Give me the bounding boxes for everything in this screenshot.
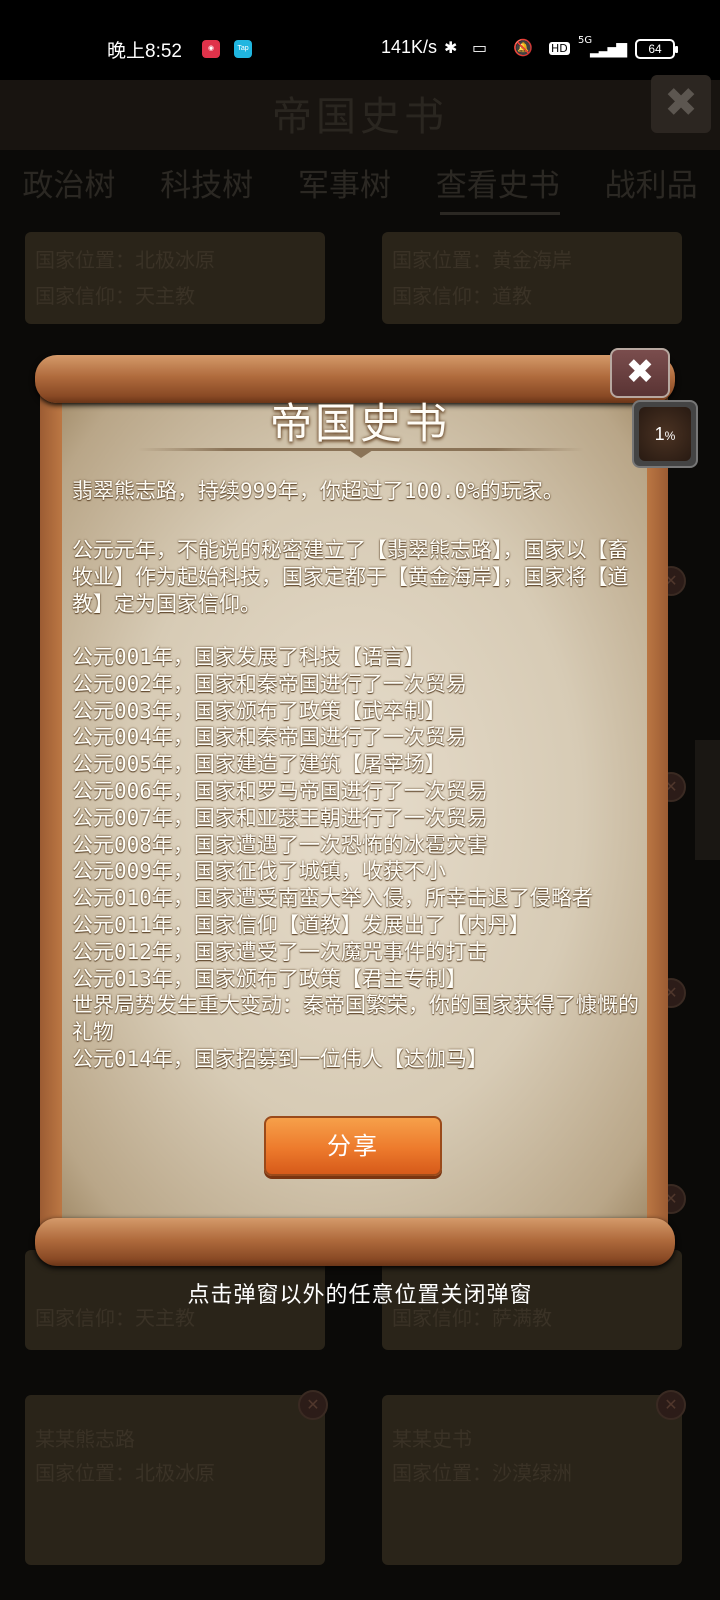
- background-tabs: 政治树 科技树 军事树 查看史书 战利品: [0, 160, 720, 204]
- tab-military: 军事树: [297, 168, 391, 204]
- scroll-bottom-roll: [35, 1218, 675, 1266]
- dialog-title: 帝国史书: [269, 399, 450, 448]
- history-event: 公元001年，国家发展了科技【语言】: [72, 645, 425, 669]
- history-event: 公元013年，国家颁布了政策【君主专制】: [72, 966, 467, 991]
- history-event: 公元009年，国家征伐了城镇，收获不小: [72, 859, 446, 884]
- tab-loot: 战利品: [604, 168, 698, 204]
- history-event: 公元003年，国家颁布了政策【武卒制】: [72, 698, 446, 723]
- background-card: 某某史书 国家位置：沙漠绿洲: [382, 1395, 682, 1565]
- hd-icon: HD: [549, 42, 570, 55]
- progress-value: 1%: [654, 424, 676, 444]
- title-divider-notch: [346, 448, 376, 458]
- history-event: 公元006年，国家和罗马帝国进行了一次贸易: [72, 778, 488, 803]
- history-event: 公元004年，国家和秦帝国进行了一次贸易: [72, 725, 467, 750]
- status-time: 晚上8:52: [107, 41, 182, 62]
- tab-technology: 科技树: [160, 168, 254, 204]
- history-event: 公元005年，国家建造了建筑【屠宰场】: [72, 752, 446, 777]
- background-title: 帝国史书: [272, 94, 448, 140]
- battery-indicator: 64: [635, 39, 678, 59]
- history-event: 公元011年，国家信仰【道教】发展出了【内丹】: [72, 912, 530, 937]
- tab-politics: 政治树: [22, 168, 116, 204]
- close-hint-text: 点击弹窗以外的任意位置关闭弹窗: [187, 1283, 533, 1308]
- background-card: 某某熊志路 国家位置：北极冰原: [25, 1395, 325, 1565]
- background-card: 国家位置：北极冰原 国家信仰：天主教: [25, 232, 325, 324]
- tab-history: 查看史书: [435, 168, 560, 204]
- history-event: 公元014年，国家招募到一位伟人【达伽马】: [72, 1046, 488, 1071]
- network-speed: 141K/s: [381, 37, 438, 57]
- close-icon[interactable]: ✖: [610, 348, 670, 398]
- background-close-icon: ✖: [651, 75, 711, 133]
- background-remove-icon: ✕: [656, 1390, 686, 1420]
- app-notification-icon-red: ◉: [202, 40, 220, 58]
- bluetooth-icon: ✱: [444, 38, 458, 57]
- history-event: 公元007年，国家和亚瑟王朝进行了一次贸易: [72, 805, 488, 830]
- history-event: 公元002年，国家和秦帝国进行了一次贸易: [72, 671, 467, 696]
- progress-widget[interactable]: 1%: [632, 400, 698, 468]
- vibrate-icon: ▭: [472, 38, 488, 57]
- history-summary: 翡翠熊志路，持续999年，你超过了100.0%的玩家。: [72, 479, 564, 503]
- history-intro: 公元元年，不能说的秘密建立了【翡翠熊志路】，国家以【畜牧业】作为起始科技，国家定…: [72, 538, 629, 616]
- mute-icon: 🔕: [513, 38, 533, 57]
- app-notification-icon-tap: Tap: [234, 40, 252, 58]
- history-events-list: 公元001年，国家发展了科技【语言】 公元002年，国家和秦帝国进行了一次贸易 …: [72, 644, 642, 1073]
- active-tab-indicator: [440, 212, 560, 215]
- share-button[interactable]: 分享: [264, 1116, 442, 1176]
- background-remove-icon: ✕: [298, 1390, 328, 1420]
- background-side-strip: [695, 740, 720, 860]
- history-event: 世界局势发生重大变动：秦帝国繁荣，你的国家获得了慷慨的礼物: [72, 993, 639, 1045]
- background-card: 国家位置：黄金海岸 国家信仰：道教: [382, 232, 682, 324]
- history-event: 公元008年，国家遭遇了一次恐怖的冰雹灾害: [72, 832, 488, 857]
- history-event: 公元012年，国家遭受了一次魔咒事件的打击: [72, 939, 488, 964]
- history-event: 公元010年，国家遭受南蛮大举入侵，所幸击退了侵略者: [72, 886, 593, 911]
- signal-icon: ▂▃▅▇: [590, 42, 627, 58]
